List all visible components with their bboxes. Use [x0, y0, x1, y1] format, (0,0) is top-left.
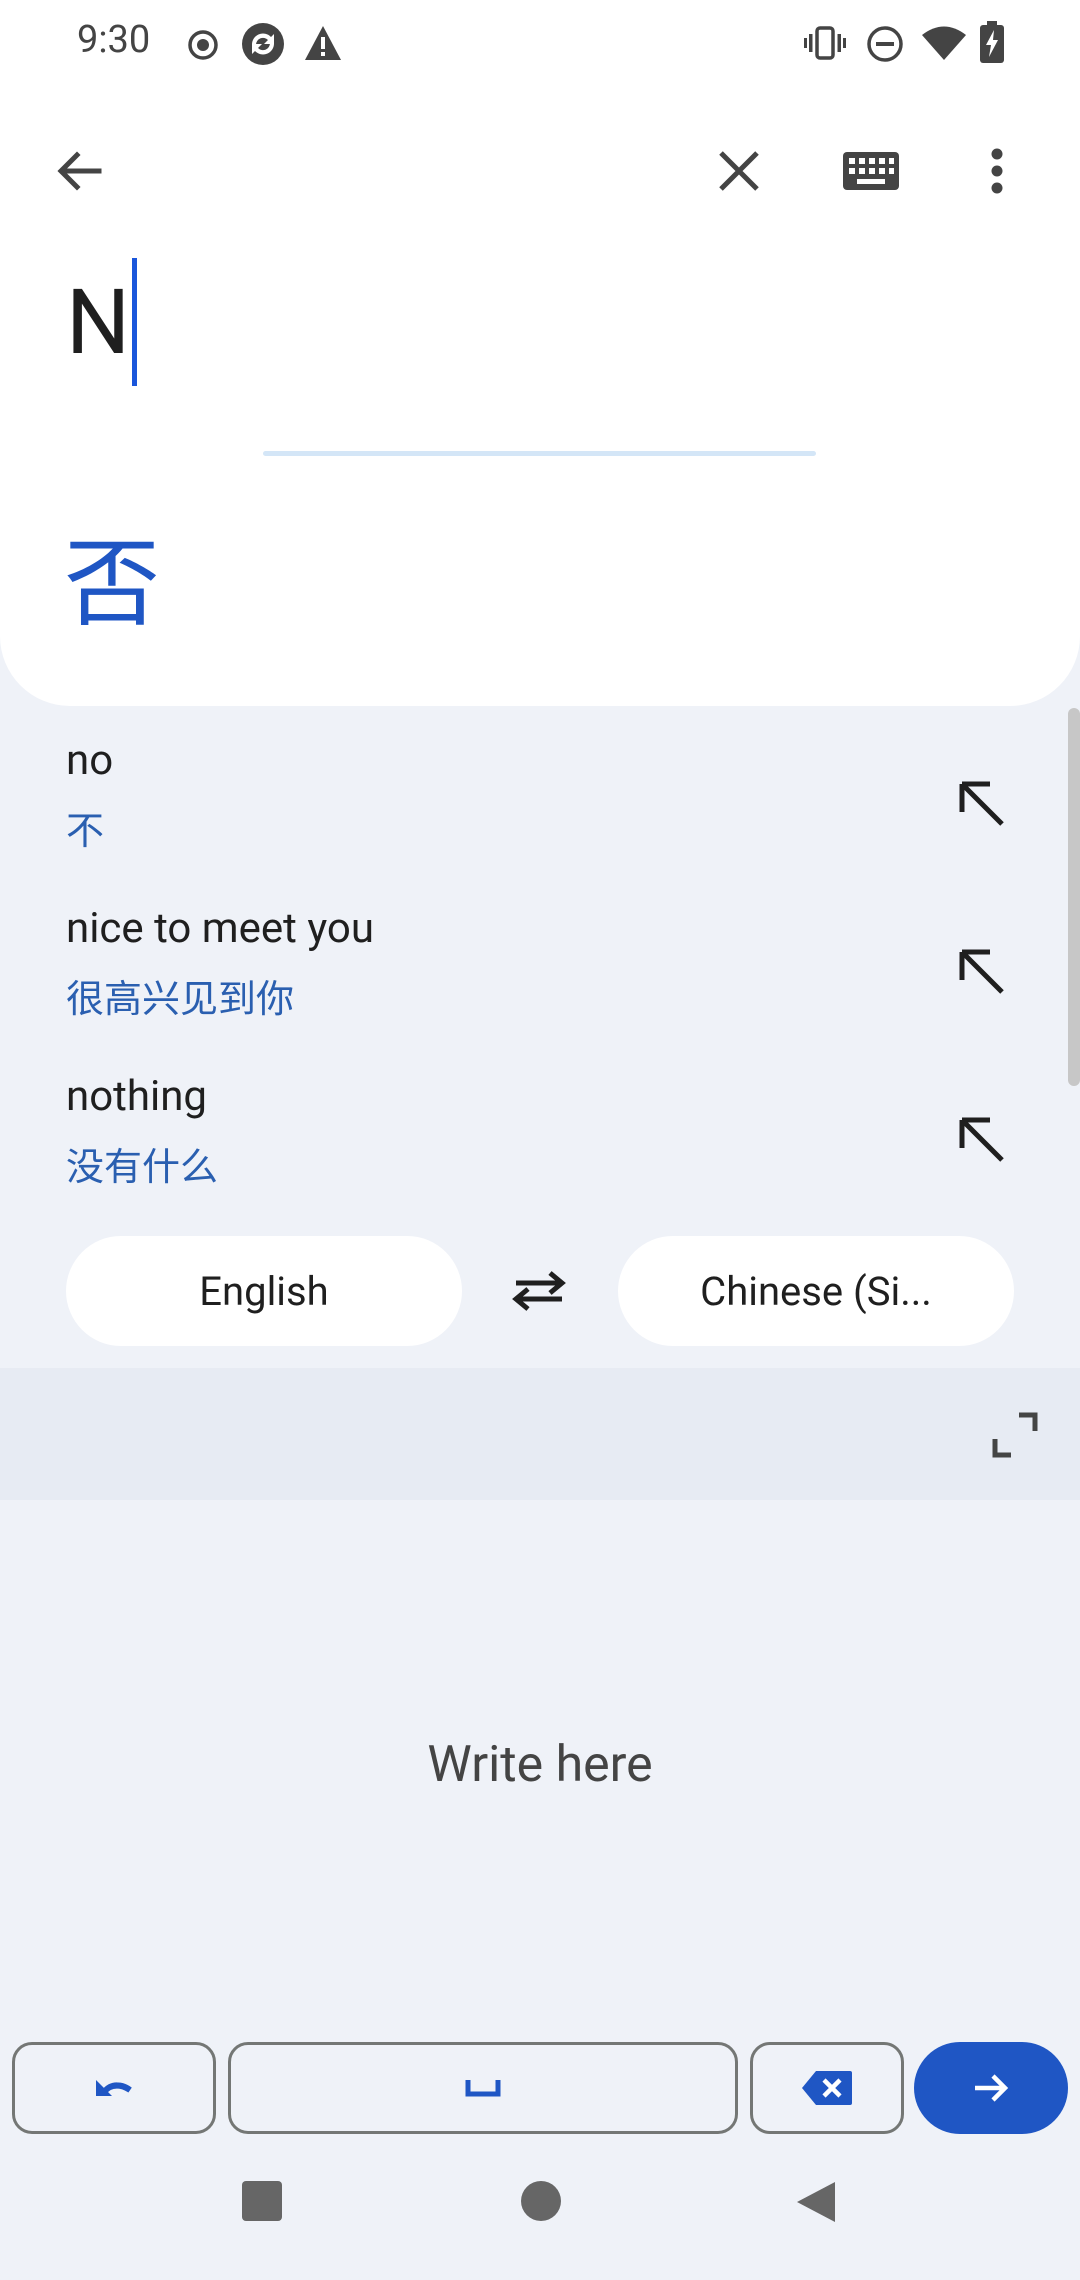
- translate-go-button[interactable]: [914, 2042, 1068, 2134]
- clear-button[interactable]: [704, 136, 774, 206]
- suggestion-item[interactable]: nothing 没有什么: [0, 1056, 1080, 1224]
- arrow-left-icon: [57, 151, 102, 191]
- square-icon[interactable]: [241, 2180, 283, 2222]
- source-text: N: [66, 270, 131, 375]
- suggestion-translation: 没有什么: [66, 1146, 219, 1190]
- source-input[interactable]: N: [66, 258, 138, 386]
- back-button[interactable]: [44, 136, 114, 206]
- suggestion-source: nice to meet you: [66, 904, 374, 953]
- suggestion-source: nothing: [66, 1072, 208, 1121]
- sync-icon: [242, 23, 284, 65]
- handwriting-canvas-placeholder[interactable]: Write here: [0, 1736, 1080, 1794]
- swap-icon: [512, 1271, 566, 1311]
- warning-icon: [305, 26, 341, 60]
- suggestion-item[interactable]: no 不: [0, 720, 1080, 888]
- input-card: [0, 0, 1080, 706]
- keyboard-button[interactable]: [836, 136, 906, 206]
- suggestion-translation: 不: [66, 810, 105, 854]
- record-icon: [188, 30, 218, 60]
- text-cursor: [132, 258, 138, 386]
- source-language-button[interactable]: English: [66, 1236, 462, 1346]
- backspace-button[interactable]: [750, 2042, 904, 2134]
- suggestion-translation: 很高兴见到你: [66, 978, 295, 1022]
- swap-languages-button[interactable]: [504, 1256, 574, 1326]
- backspace-icon: [802, 2071, 852, 2105]
- arrow-right-icon: [975, 2074, 1009, 2102]
- close-icon: [719, 151, 759, 191]
- suggestion-source: no: [66, 736, 114, 785]
- circle-icon[interactable]: [520, 2180, 562, 2222]
- handwriting-toolbar: [0, 1368, 1080, 1500]
- suggestion-item[interactable]: nice to meet you 很高兴见到你: [0, 888, 1080, 1056]
- arrow-up-left-icon[interactable]: [950, 1108, 1014, 1172]
- more-options-button[interactable]: [962, 136, 1032, 206]
- more-vert-icon: [991, 148, 1003, 194]
- space-button[interactable]: [228, 2042, 738, 2134]
- expand-button[interactable]: [980, 1400, 1050, 1470]
- translation-result[interactable]: 否: [64, 526, 160, 644]
- keyboard-icon: [843, 152, 899, 190]
- battery-charging-icon: [980, 21, 1004, 63]
- expand-icon: [992, 1412, 1038, 1458]
- input-underline: [263, 451, 816, 456]
- undo-button[interactable]: [12, 2042, 216, 2134]
- target-language-button[interactable]: Chinese (Si...: [618, 1236, 1014, 1346]
- wifi-icon: [922, 26, 966, 60]
- vibrate-icon: [804, 26, 846, 60]
- scrollbar[interactable]: [1068, 708, 1080, 1086]
- undo-icon: [96, 2080, 132, 2096]
- arrow-up-left-icon[interactable]: [950, 772, 1014, 836]
- status-time: 9:30: [77, 18, 151, 62]
- space-icon: [465, 2080, 501, 2097]
- triangle-back-icon[interactable]: [795, 2180, 837, 2224]
- do-not-disturb-icon: [867, 26, 903, 62]
- arrow-up-left-icon[interactable]: [950, 940, 1014, 1004]
